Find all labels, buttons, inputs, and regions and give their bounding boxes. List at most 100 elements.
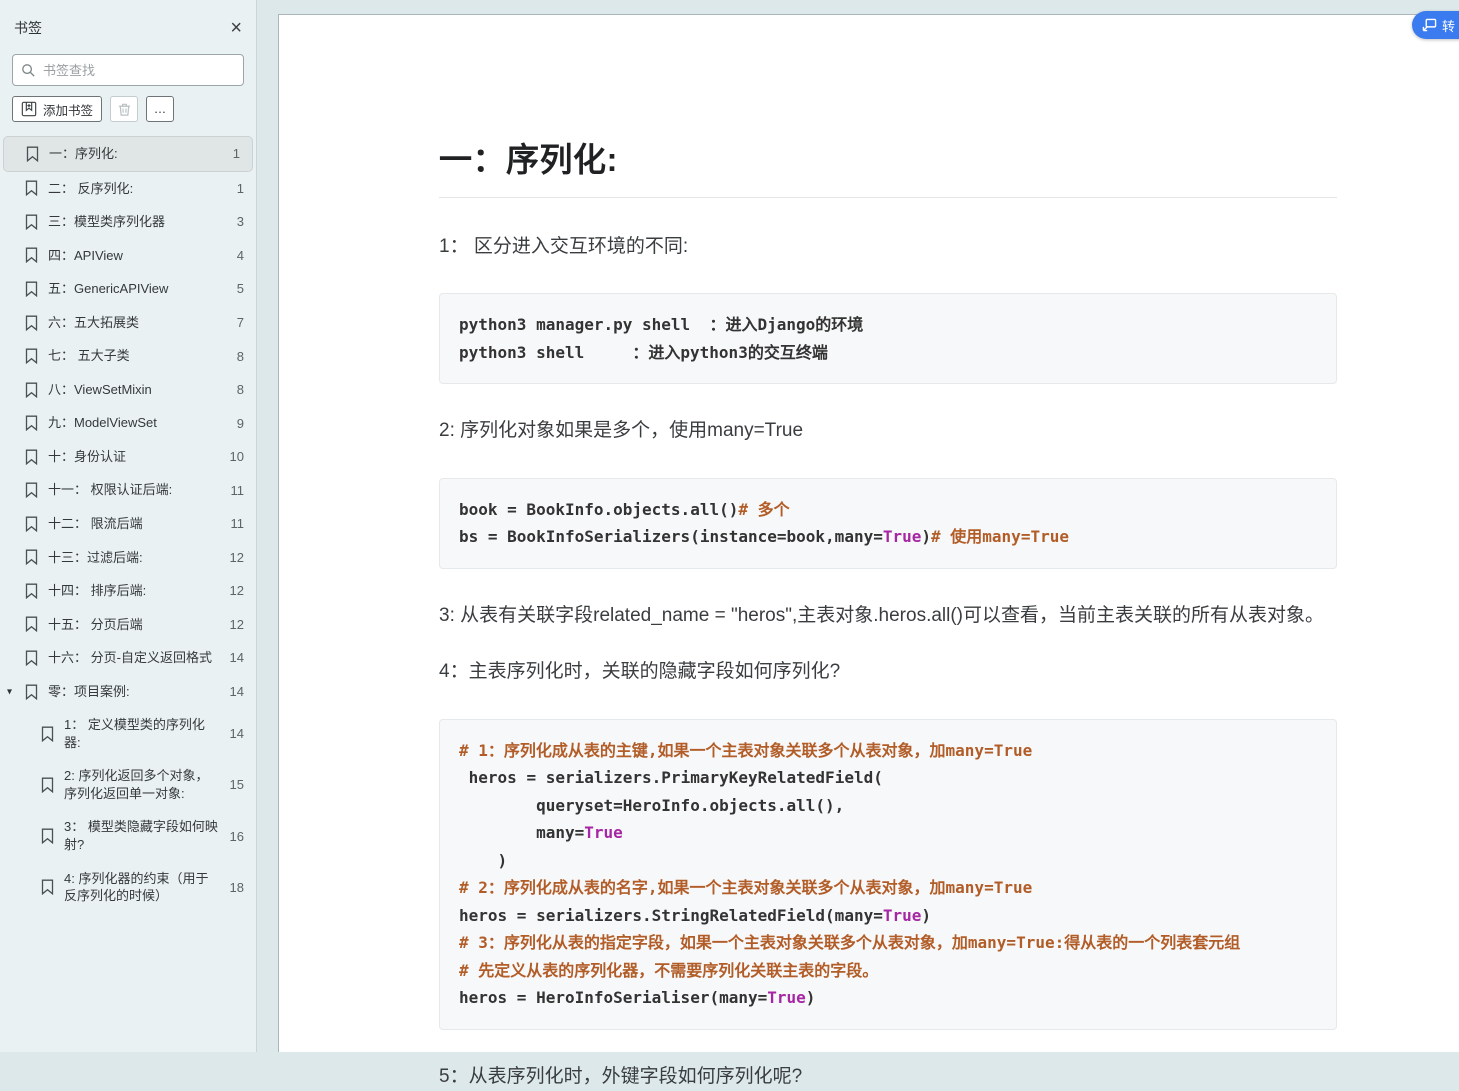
bookmarks-title: 书签: [14, 18, 42, 38]
convert-label: 转: [1442, 16, 1455, 35]
paragraph: 5：从表序列化时，外键字段如何序列化呢?: [439, 1062, 1337, 1091]
bookmark-search-input[interactable]: [43, 63, 235, 78]
bookmark-label: 二： 反序列化:: [48, 180, 228, 198]
bookmark-item[interactable]: 一：序列化: 1: [3, 136, 253, 172]
bookmark-page-number: 15: [230, 777, 244, 792]
bookmark-icon: [24, 684, 39, 700]
bookmark-item[interactable]: 四：APIView4: [0, 239, 256, 273]
bookmark-icon: [24, 516, 39, 532]
bookmark-icon: [24, 482, 39, 498]
bookmark-page-number: 12: [230, 583, 244, 598]
bookmark-icon: [24, 549, 39, 565]
bookmark-item[interactable]: 六：五大拓展类 7: [0, 306, 256, 340]
add-bookmark-icon: [21, 101, 37, 117]
convert-icon: [1422, 18, 1437, 32]
bookmark-label: 零：项目案例:: [48, 683, 221, 701]
bookmark-label: 三：模型类序列化器: [48, 213, 228, 231]
close-icon[interactable]: ×: [230, 20, 242, 36]
bookmark-page-number: 1: [233, 146, 240, 161]
bookmark-label: 1： 定义模型类的序列化器:: [64, 716, 221, 751]
bookmark-icon: [24, 616, 39, 632]
bookmark-icon: [40, 777, 55, 793]
paragraph: 2: 序列化对象如果是多个，使用many=True: [439, 416, 1337, 445]
bookmark-item[interactable]: 3： 模型类隐藏字段如何映射? 16: [0, 810, 256, 861]
delete-bookmark-button[interactable]: [110, 96, 138, 122]
paragraph: 3: 从表有关联字段related_name = "heros",主表对象.he…: [439, 601, 1337, 630]
more-icon: …: [154, 102, 167, 116]
bookmark-icon: [24, 415, 39, 431]
bookmark-label: 十一： 权限认证后端:: [48, 481, 222, 499]
add-bookmark-label: 添加书签: [43, 100, 93, 119]
bookmark-list: 一：序列化:1二： 反序列化:1三：模型类序列化器3四：APIView4五：Ge…: [0, 134, 256, 915]
document-content: 一：序列化:1： 区分进入交互环境的不同:python3 manager.py …: [439, 15, 1337, 1091]
bookmark-icon: [40, 828, 55, 844]
bookmark-icon: [24, 281, 39, 297]
bookmark-page-number: 18: [230, 880, 244, 895]
bookmark-page-number: 7: [237, 315, 244, 330]
bookmark-page-number: 1: [237, 181, 244, 196]
bookmark-label: 2: 序列化返回多个对象，序列化返回单一对象:: [64, 767, 221, 802]
expand-arrow-icon[interactable]: ▾: [7, 686, 12, 697]
bookmark-page-number: 5: [237, 281, 244, 296]
bookmark-label: 六：五大拓展类: [48, 314, 228, 332]
paragraph: 4：主表序列化时，关联的隐藏字段如何序列化?: [439, 657, 1337, 686]
bookmark-page-number: 9: [237, 416, 244, 431]
bookmark-label: 七： 五大子类: [48, 347, 228, 365]
bookmark-icon: [24, 348, 39, 364]
bookmark-item[interactable]: 二： 反序列化: 1: [0, 172, 256, 206]
bookmark-label: 一：序列化:: [49, 145, 224, 163]
bookmark-item[interactable]: 1： 定义模型类的序列化器: 14: [0, 708, 256, 759]
bookmark-page-number: 14: [230, 726, 244, 741]
bookmark-item[interactable]: 十三：过滤后端:12: [0, 541, 256, 575]
bookmark-item[interactable]: 三：模型类序列化器 3: [0, 205, 256, 239]
code-block: # 1：序列化成从表的主键,如果一个主表对象关联多个从表对象，加many=Tru…: [439, 719, 1337, 1030]
bookmark-item[interactable]: 2: 序列化返回多个对象，序列化返回单一对象: 15: [0, 759, 256, 810]
bookmark-label: 3： 模型类隐藏字段如何映射?: [64, 818, 221, 853]
bookmark-label: 九：ModelViewSet: [48, 414, 228, 432]
bookmark-item[interactable]: 九：ModelViewSet 9: [0, 406, 256, 440]
bookmark-label: 四：APIView: [48, 247, 228, 265]
bookmark-item[interactable]: 五：GenericAPIView 5: [0, 272, 256, 306]
more-options-button[interactable]: …: [146, 96, 174, 122]
bookmark-page-number: 11: [231, 483, 245, 498]
bookmark-label: 4: 序列化器的约束（用于反序列化的时候）: [64, 870, 221, 905]
bookmark-page-number: 16: [230, 829, 244, 844]
bookmark-item[interactable]: 七： 五大子类 8: [0, 339, 256, 373]
bookmark-page-number: 10: [230, 449, 244, 464]
bookmark-label: 十：身份认证: [48, 448, 221, 466]
bookmark-page-number: 14: [230, 650, 244, 665]
bookmark-page-number: 8: [237, 349, 244, 364]
bookmark-label: 十六： 分页-自定义返回格式: [48, 649, 221, 667]
bookmark-label: 十二： 限流后端: [48, 515, 222, 533]
bookmarks-toolbar: 添加书签 …: [12, 96, 244, 122]
bookmark-icon: [40, 726, 55, 742]
bookmark-item[interactable]: 十五： 分页后端12: [0, 608, 256, 642]
bookmark-item[interactable]: 十四： 排序后端: 12: [0, 574, 256, 608]
convert-button[interactable]: 转: [1412, 11, 1459, 39]
bookmark-page-number: 11: [231, 516, 245, 531]
bookmark-icon: [24, 382, 39, 398]
bookmark-icon: [24, 247, 39, 263]
bookmark-item[interactable]: 八：ViewSetMixin8: [0, 373, 256, 407]
bookmark-label: 十四： 排序后端:: [48, 582, 221, 600]
bookmark-page-number: 12: [230, 550, 244, 565]
bookmark-label: 五：GenericAPIView: [48, 280, 228, 298]
bookmark-icon: [24, 315, 39, 331]
bookmark-search-box[interactable]: [12, 54, 244, 86]
bookmark-icon: [24, 449, 39, 465]
add-bookmark-button[interactable]: 添加书签: [12, 96, 102, 122]
bookmark-label: 八：ViewSetMixin: [48, 381, 228, 399]
bookmark-item[interactable]: 十六： 分页-自定义返回格式 14: [0, 641, 256, 675]
bookmark-item[interactable]: 4: 序列化器的约束（用于反序列化的时候） 18: [0, 862, 256, 913]
bookmark-item[interactable]: 十二： 限流后端 11: [0, 507, 256, 541]
bookmark-icon: [24, 583, 39, 599]
bookmark-icon: [24, 180, 39, 196]
bookmarks-header: 书签 ×: [0, 0, 256, 48]
bookmark-icon: [25, 146, 40, 162]
bookmark-item[interactable]: ▾零：项目案例:14: [0, 675, 256, 709]
bookmark-page-number: 3: [237, 214, 244, 229]
bookmark-item[interactable]: 十：身份认证 10: [0, 440, 256, 474]
bookmark-item[interactable]: 十一： 权限认证后端: 11: [0, 473, 256, 507]
bookmark-icon: [24, 214, 39, 230]
paragraph: 1： 区分进入交互环境的不同:: [439, 232, 1337, 261]
